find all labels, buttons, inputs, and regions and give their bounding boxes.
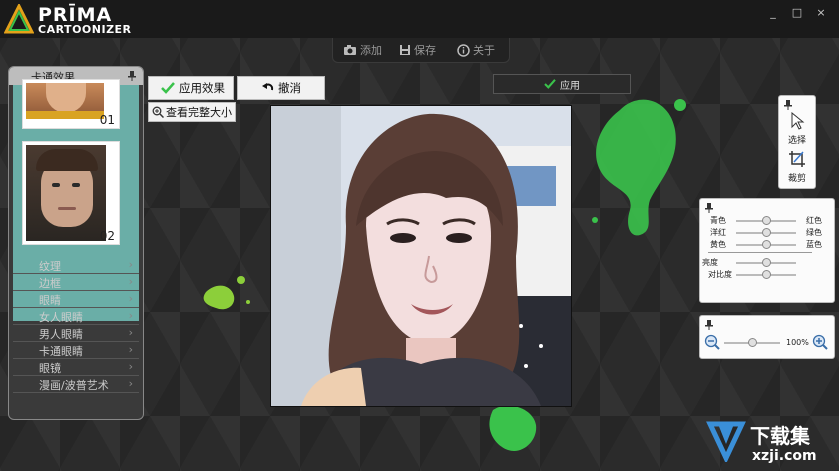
category-female-eyes[interactable]: 女人眼睛 › — [13, 308, 139, 325]
apply-effect-label: 应用效果 — [179, 81, 225, 95]
cartoon-portrait — [271, 106, 571, 406]
tools-panel: 选择 裁剪 — [778, 95, 816, 189]
zoom-level: 100% — [786, 338, 809, 347]
green-splash-left — [203, 276, 250, 310]
chevron-right-icon: › — [128, 309, 133, 322]
save-label: 保存 — [414, 44, 436, 57]
thumb-image — [26, 83, 104, 119]
check-icon — [161, 82, 175, 94]
slider-knob[interactable] — [761, 240, 771, 249]
chevron-right-icon: › — [128, 258, 133, 271]
select-label: 选择 — [787, 136, 806, 146]
about-button[interactable]: 关于 — [457, 42, 495, 58]
floppy-icon — [400, 45, 410, 55]
brightness-slider[interactable]: 亮度 — [700, 257, 834, 268]
effect-thumb-02[interactable]: 02 — [22, 141, 120, 245]
check-icon — [544, 79, 556, 89]
slider-knob[interactable] — [761, 228, 771, 237]
apply-effect-button[interactable]: 应用效果 — [148, 76, 234, 100]
watermark: 下载集 xzji.com — [706, 418, 834, 468]
app-logo: PRĪMA CARTOONIZER — [4, 2, 134, 36]
pin-icon[interactable] — [127, 71, 137, 81]
watermark-brand: 下载集 — [750, 424, 810, 448]
top-toolbar: 添加 保存 关于 — [332, 38, 510, 63]
chevron-right-icon: › — [128, 292, 133, 305]
divider — [708, 252, 812, 253]
minimize-button[interactable]: _ — [766, 6, 780, 19]
maximize-button[interactable]: □ — [790, 6, 804, 19]
magenta-green-slider[interactable]: 洋红 绿色 — [700, 227, 834, 238]
slider-knob[interactable] — [761, 258, 771, 267]
category-glasses[interactable]: 眼镜 › — [13, 359, 139, 376]
crop-icon — [789, 151, 805, 167]
category-comic-pop-art[interactable]: 漫画/波普艺术 › — [13, 376, 139, 393]
category-eyes[interactable]: 眼睛 › — [13, 291, 139, 308]
undo-button[interactable]: 撤消 — [237, 76, 325, 100]
logo-subtitle: CARTOONIZER — [38, 23, 132, 36]
green-splash-bottom — [489, 405, 537, 451]
yellow-blue-slider[interactable]: 黄色 蓝色 — [700, 239, 834, 250]
chevron-right-icon: › — [128, 326, 133, 339]
category-cartoon-eyes[interactable]: 卡通眼睛 › — [13, 342, 139, 359]
pin-icon[interactable] — [783, 100, 793, 110]
contrast-slider[interactable]: 对比度 — [700, 269, 834, 280]
crop-label: 裁剪 — [787, 174, 806, 184]
zoom-slider-knob[interactable] — [747, 338, 757, 347]
select-tool[interactable]: 选择 — [779, 111, 815, 146]
save-button[interactable]: 保存 — [399, 42, 436, 58]
cursor-arrow-icon — [791, 111, 805, 130]
green-splash-right — [592, 99, 686, 236]
apply-label: 应用 — [560, 80, 580, 92]
category-texture[interactable]: 纹理 › — [13, 257, 139, 274]
zoom-out-icon[interactable] — [704, 334, 720, 350]
close-button[interactable]: × — [814, 6, 828, 19]
triangle-logo-icon — [4, 4, 34, 34]
download-logo-icon — [706, 421, 746, 462]
undo-icon — [262, 83, 274, 91]
info-icon — [457, 43, 470, 57]
thumb-number: 01 — [99, 113, 115, 127]
thumb-image — [26, 145, 106, 241]
chevron-right-icon: › — [128, 360, 133, 373]
about-label: 关于 — [473, 44, 495, 57]
add-label: 添加 — [360, 44, 382, 57]
apply-button[interactable]: 应用 — [493, 74, 631, 94]
undo-label: 撤消 — [278, 81, 301, 95]
zoom-in-icon — [152, 106, 164, 118]
view-full-size-label: 查看完整大小 — [166, 106, 232, 119]
add-button[interactable]: 添加 — [343, 42, 382, 58]
effects-panel: 卡通效果 01 02 纹理 › 边框 › 眼睛 › 女人眼睛 › 男人眼睛 › 卡通眼睛 ›… — [8, 66, 144, 420]
view-full-size-button[interactable]: 查看完整大小 — [148, 102, 236, 122]
effect-thumb-01[interactable]: 01 — [22, 79, 120, 129]
chevron-right-icon: › — [128, 343, 133, 356]
watermark-site: xzji.com — [752, 448, 817, 464]
pin-icon[interactable] — [704, 320, 714, 330]
pin-icon[interactable] — [704, 203, 714, 213]
slider-knob[interactable] — [761, 270, 771, 279]
crop-tool[interactable]: 裁剪 — [779, 150, 815, 184]
title-bar: PRĪMA CARTOONIZER _ □ × — [0, 0, 839, 38]
category-border[interactable]: 边框 › — [13, 274, 139, 291]
category-male-eyes[interactable]: 男人眼睛 › — [13, 325, 139, 342]
cyan-red-slider[interactable]: 青色 红色 — [700, 215, 834, 226]
zoom-in-icon[interactable] — [812, 334, 828, 350]
camera-icon — [344, 45, 356, 55]
chevron-right-icon: › — [128, 275, 133, 288]
slider-knob[interactable] — [761, 216, 771, 225]
color-adjust-panel: 青色 红色 洋红 绿色 黄色 蓝色 亮度 对比度 — [699, 198, 835, 303]
thumb-number: 02 — [99, 229, 115, 243]
zoom-panel: 100% — [699, 315, 835, 359]
preview-image[interactable] — [270, 105, 572, 407]
chevron-right-icon: › — [128, 377, 133, 390]
